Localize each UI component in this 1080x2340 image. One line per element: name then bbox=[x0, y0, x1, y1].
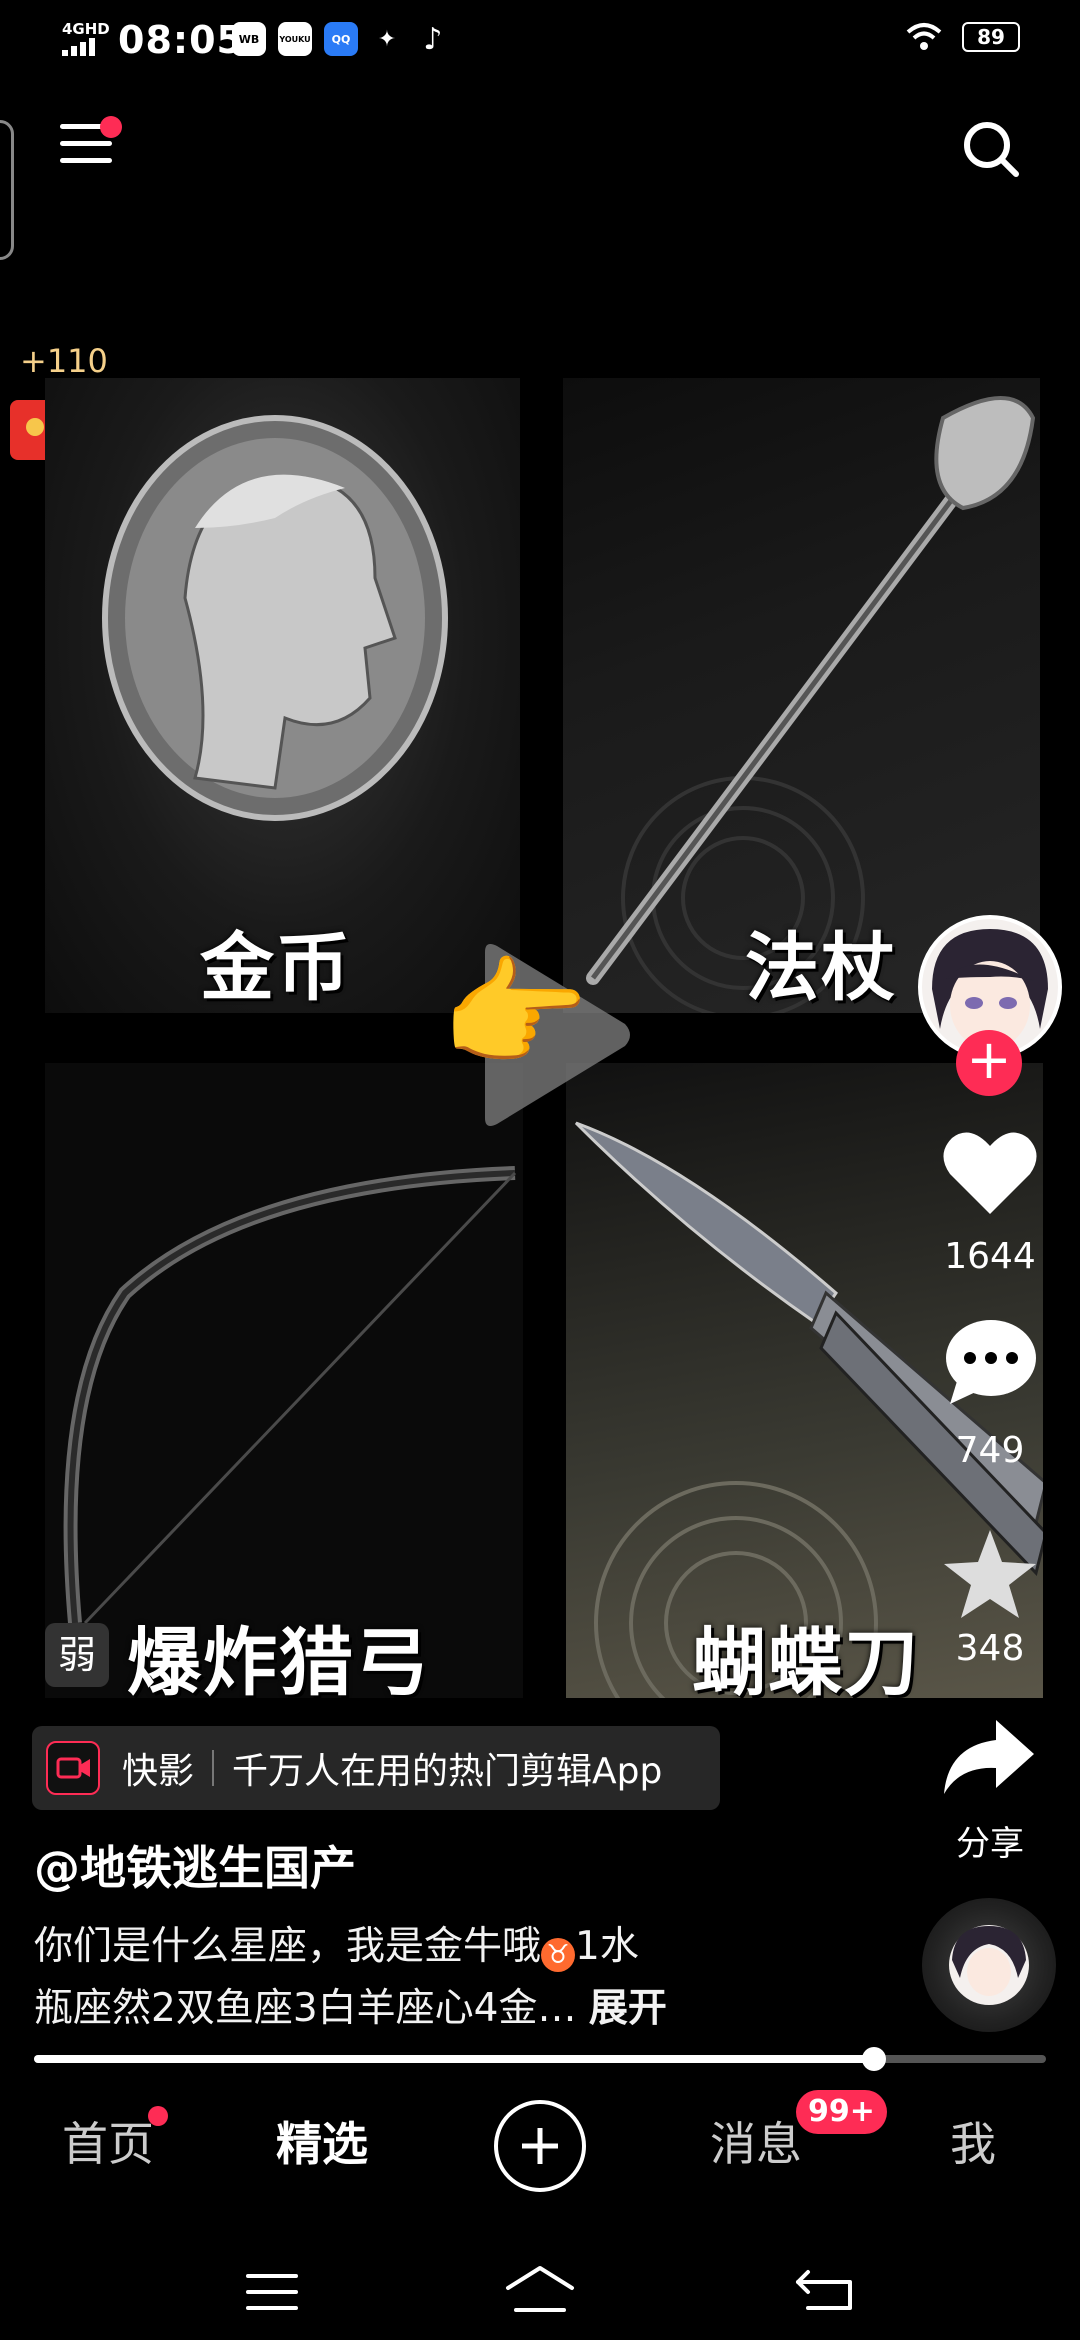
heart-icon[interactable] bbox=[942, 1128, 1038, 1216]
comment-count: 749 bbox=[955, 1430, 1025, 1471]
recent-apps-icon[interactable] bbox=[244, 2270, 300, 2314]
kuaiying-app-icon bbox=[46, 1741, 100, 1795]
share-icon[interactable] bbox=[940, 1716, 1036, 1796]
status-time: 08:05 bbox=[118, 18, 244, 62]
ad-slogan: 千万人在用的热门剪辑App bbox=[232, 1751, 663, 1792]
network-type: 4GHD bbox=[62, 20, 110, 38]
author-name[interactable]: @地铁逃生国产 bbox=[34, 1832, 356, 1898]
notification-dot bbox=[148, 2106, 168, 2126]
watermark-logo: 弱 bbox=[45, 1623, 109, 1687]
ad-app-name: 快影 bbox=[122, 1751, 195, 1792]
search-icon[interactable] bbox=[960, 118, 1022, 180]
app-notification-icon: QQ bbox=[324, 22, 358, 56]
description-text: 瓶座然2双鱼座3白羊座心4金… bbox=[34, 1986, 577, 2031]
taurus-icon: ♉ bbox=[541, 1938, 576, 1972]
video-progress-fill bbox=[34, 2055, 874, 2063]
notification-icons: WB YOUKU QQ ✦ ♪ bbox=[232, 21, 450, 57]
pointing-hand-icon: 👉 bbox=[440, 945, 590, 1084]
coin-reward-count: +110 bbox=[20, 342, 108, 380]
video-panel-bow: 弱 爆炸猎弓 bbox=[45, 1063, 523, 1698]
tab-me[interactable]: 我 bbox=[950, 2108, 996, 2174]
share-label[interactable]: 分享 bbox=[940, 1816, 1040, 1865]
notification-dot bbox=[100, 116, 122, 138]
follow-button[interactable]: + bbox=[956, 1030, 1022, 1096]
ad-chip[interactable]: 快影 千万人在用的热门剪辑App bbox=[32, 1726, 720, 1810]
comment-icon[interactable] bbox=[944, 1318, 1038, 1406]
favorite-count: 348 bbox=[955, 1628, 1025, 1669]
tiktok-icon: ♪ bbox=[423, 21, 443, 57]
video-description[interactable]: 你们是什么星座，我是金牛哦 ♉ 1水 瓶座然2双鱼座3白羊座心4金… 展开 bbox=[34, 1916, 914, 2040]
description-line-2: 瓶座然2双鱼座3白羊座心4金… 展开 bbox=[34, 1978, 914, 2040]
create-button[interactable] bbox=[494, 2100, 586, 2192]
wifi-icon bbox=[906, 23, 942, 50]
panel-label: 爆炸猎弓 bbox=[127, 1620, 431, 1698]
panel-label: 法杖 bbox=[745, 925, 897, 1011]
messages-badge: 99+ bbox=[796, 2090, 887, 2134]
panel-label: 金币 bbox=[200, 925, 352, 1011]
description-text: 你们是什么星座，我是金牛哦 bbox=[34, 1924, 542, 1969]
battery-indicator: 89 bbox=[962, 22, 1020, 52]
expand-link[interactable]: 展开 bbox=[589, 1986, 667, 2031]
music-disc[interactable] bbox=[922, 1898, 1056, 2032]
status-right: 89 bbox=[906, 22, 1020, 52]
star-icon[interactable] bbox=[942, 1528, 1038, 1620]
panel-label: 蝴蝶刀 bbox=[692, 1620, 920, 1698]
status-bar: 4GHD 08:05 WB YOUKU QQ ✦ ♪ 89 bbox=[0, 0, 1080, 80]
tab-home[interactable]: 首页 bbox=[62, 2108, 154, 2174]
home-icon[interactable] bbox=[504, 2264, 576, 2316]
description-text: 1水 bbox=[575, 1924, 639, 1969]
back-icon[interactable] bbox=[794, 2264, 856, 2316]
sparkle-icon: ✦ bbox=[377, 26, 397, 52]
video-panel-coin: 金币 bbox=[45, 378, 520, 1013]
youku-icon: YOUKU bbox=[278, 22, 312, 56]
edge-handle[interactable] bbox=[0, 120, 14, 260]
video-progress-knob[interactable] bbox=[861, 2047, 886, 2071]
ad-divider bbox=[212, 1750, 215, 1786]
system-nav-bar bbox=[0, 2240, 1080, 2340]
tab-messages[interactable]: 消息 bbox=[710, 2108, 802, 2174]
like-count: 1644 bbox=[944, 1236, 1036, 1277]
app-notification-icon: WB bbox=[232, 22, 266, 56]
tab-featured[interactable]: 精选 bbox=[276, 2108, 368, 2174]
description-line-1: 你们是什么星座，我是金牛哦 ♉ 1水 bbox=[34, 1916, 914, 1978]
signal-icon bbox=[62, 38, 95, 56]
